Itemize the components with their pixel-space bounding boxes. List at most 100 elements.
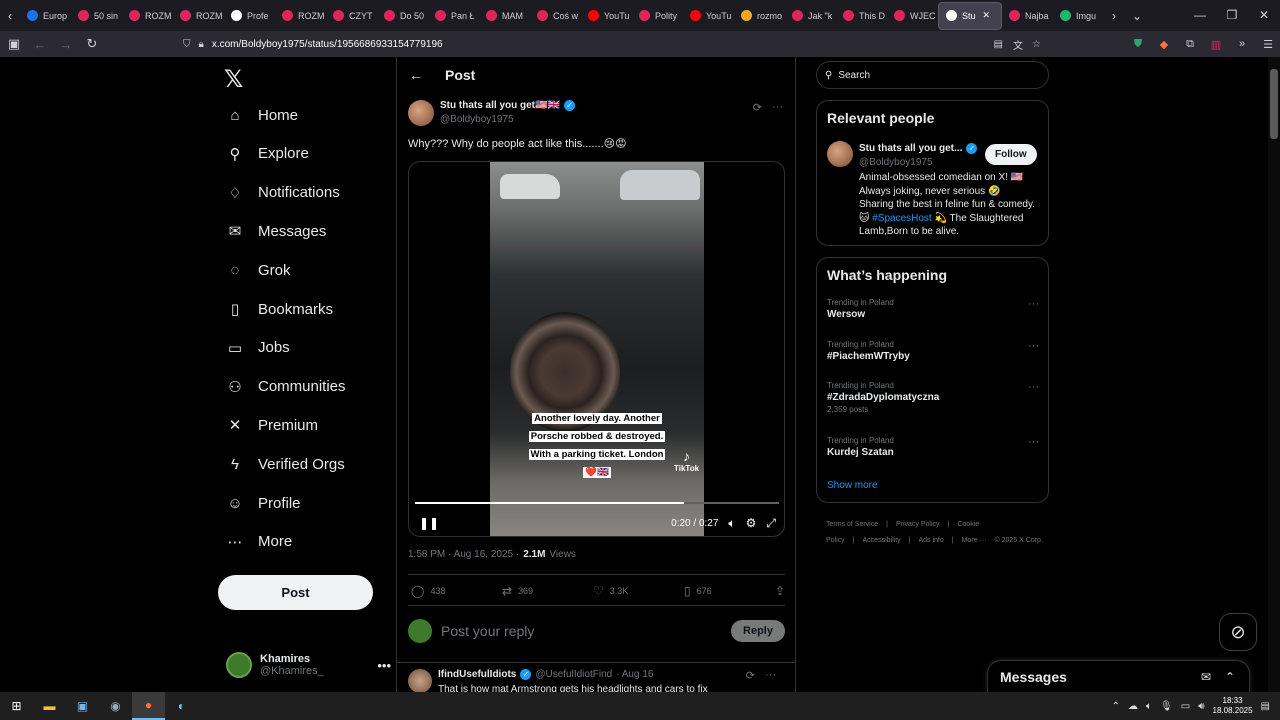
sidebar-item-notifications[interactable]: ♢ Notifications xyxy=(218,175,339,211)
reply-action[interactable]: ◯ 438 xyxy=(411,584,502,598)
reply-input[interactable]: Post your reply xyxy=(441,623,534,639)
maximize-icon[interactable]: ❐ xyxy=(1216,0,1248,30)
tab-scroll-left-icon[interactable]: ‹ xyxy=(0,9,20,23)
post-author[interactable]: Stu thats all you get🇺🇸🇬🇧 ✓ @Boldyboy197… xyxy=(408,100,575,126)
sidebar-item-premium[interactable]: ✕ Premium xyxy=(218,407,318,443)
more-dots-icon[interactable]: ··· xyxy=(1028,298,1039,310)
browser-tab[interactable]: WJEC xyxy=(887,2,938,30)
trend-item[interactable]: Trending in Poland #ZdradaDyplomatyczna 2,… xyxy=(827,381,1039,414)
cloud-icon[interactable]: ☁ xyxy=(1128,701,1138,712)
footer-link[interactable]: © 2025 X Corp. xyxy=(994,537,1042,544)
extension-shield-icon[interactable]: ⛊ xyxy=(1126,33,1150,55)
bookmark-action[interactable]: ▯ 676 xyxy=(684,584,775,598)
new-message-icon[interactable]: ✉ xyxy=(1201,670,1211,684)
post-button[interactable]: Post xyxy=(218,575,373,610)
like-action[interactable]: ♡ 3.3K xyxy=(593,584,684,598)
app-icon[interactable]: ◐ xyxy=(165,692,198,720)
tab-list-dropdown-icon[interactable]: ⌄ xyxy=(1124,9,1150,23)
speaker-icon[interactable]: 🔈︎ xyxy=(1146,701,1152,712)
sidebar-item-more[interactable]: ⋯ More xyxy=(218,524,293,560)
grok-floating-button[interactable]: ⊘ xyxy=(1219,613,1257,651)
minimize-icon[interactable]: — xyxy=(1184,0,1216,30)
show-more-link[interactable]: Show more xyxy=(827,480,878,491)
sidebar-item-profile[interactable]: ☺ Profile xyxy=(218,485,300,521)
notification-icon[interactable]: ▤ xyxy=(1261,701,1270,712)
sidebar-item-explore[interactable]: ⚲ Explore xyxy=(218,136,309,172)
expand-chevron-icon[interactable]: ⌃ xyxy=(1225,670,1235,684)
more-dots-icon[interactable]: ··· xyxy=(772,101,783,114)
address-bar[interactable]: ⛉ 🔒︎ x.com/Boldyboy1975/status/195668693… xyxy=(175,33,1045,55)
menu-icon[interactable]: ☰ xyxy=(1256,33,1280,55)
overflow-chevron-icon[interactable]: » xyxy=(1230,33,1254,55)
browser-tab[interactable]: ROZM xyxy=(275,2,326,30)
author-avatar[interactable] xyxy=(408,100,434,126)
footer-link[interactable]: More ··· xyxy=(962,537,987,544)
fullscreen-icon[interactable]: ⤢ xyxy=(766,516,776,531)
settings-gear-icon[interactable]: ⚙ xyxy=(746,516,757,530)
reply-author-name[interactable]: IfindUsefulIdiots xyxy=(438,669,516,680)
browser-tab[interactable]: Jak "k xyxy=(785,2,836,30)
extension-fox-icon[interactable]: ◆ xyxy=(1152,33,1176,55)
browser-tab[interactable]: YouTu xyxy=(581,2,632,30)
x-logo-icon[interactable]: 𝕏 xyxy=(224,65,243,94)
messages-dock[interactable]: Messages ✉ ⌃ xyxy=(987,660,1250,692)
more-dots-icon[interactable]: ··· xyxy=(1028,340,1039,352)
tab-scroll-right-icon[interactable]: › xyxy=(1104,9,1124,23)
sidebar-item-home[interactable]: ⌂ Home xyxy=(218,97,298,133)
more-dots-icon[interactable]: ••• xyxy=(377,658,391,673)
windows-start-icon[interactable]: ⊞ xyxy=(0,692,33,720)
reply-item[interactable]: IfindUsefulIdiots ✓ @UsefulIdiotFind · A… xyxy=(408,669,788,692)
shield-icon[interactable]: ⛉ xyxy=(183,39,191,50)
bookmark-star-icon[interactable]: ☆ xyxy=(1032,39,1041,50)
browser-tab[interactable]: CZYT xyxy=(326,2,377,30)
browser-tab[interactable]: This D xyxy=(836,2,887,30)
file-explorer-icon[interactable]: ▬ xyxy=(33,692,66,720)
browser-tab[interactable]: ROZM xyxy=(122,2,173,30)
lock-icon[interactable]: 🔒︎ xyxy=(199,39,204,50)
microphone-icon[interactable]: 🎙︎ xyxy=(1160,701,1173,712)
browser-tab[interactable]: Stu ✕ xyxy=(938,1,1002,30)
video-player[interactable]: Another lovely day. Another Porsche robb… xyxy=(408,161,785,537)
firefox-icon[interactable]: ● xyxy=(132,692,165,720)
person-name[interactable]: Stu thats all you get... xyxy=(859,143,962,154)
steam-icon[interactable]: ◉ xyxy=(99,692,132,720)
reload-icon[interactable]: ↻ xyxy=(80,33,104,55)
trend-item[interactable]: Trending in Poland Wersow ··· xyxy=(827,298,1039,320)
search-input[interactable]: ⚲ Search xyxy=(816,61,1049,89)
video-frame[interactable]: Another lovely day. Another Porsche robb… xyxy=(490,162,704,536)
repost-action[interactable]: ⇄ 369 xyxy=(502,584,593,598)
sidebar-item-bookmarks[interactable]: ▯ Bookmarks xyxy=(218,291,333,327)
reply-author-handle[interactable]: @UsefulIdiotFind xyxy=(535,669,612,680)
browser-tab[interactable]: Imgu xyxy=(1053,2,1104,30)
post-timestamp[interactable]: 1:58 PM · Aug 16, 2025 · xyxy=(408,549,519,560)
browser-tab[interactable]: Profe xyxy=(224,2,275,30)
reader-view-icon[interactable]: ▤ xyxy=(994,39,1003,50)
reply-avatar[interactable] xyxy=(408,669,432,692)
reply-button[interactable]: Reply xyxy=(731,620,785,642)
browser-tab[interactable]: Europ xyxy=(20,2,71,30)
browser-tab[interactable]: ROZM xyxy=(173,2,224,30)
page-scrollbar[interactable] xyxy=(1268,57,1280,692)
network-icon[interactable]: ▭ xyxy=(1181,701,1190,712)
person-avatar[interactable] xyxy=(827,141,853,167)
grok-explain-icon[interactable]: ⟳ xyxy=(753,101,762,114)
sidebar-item-jobs[interactable]: ▭ Jobs xyxy=(218,330,290,366)
extensions-icon[interactable]: ⧉ xyxy=(1178,33,1202,55)
extension-badge-icon[interactable]: ▥ xyxy=(1204,33,1228,55)
footer-link[interactable]: Terms of Service xyxy=(826,521,878,528)
browser-tab[interactable]: Najba xyxy=(1002,2,1053,30)
more-dots-icon[interactable]: ··· xyxy=(765,669,776,682)
grok-explain-icon[interactable]: ⟳ xyxy=(746,669,755,682)
volume-icon[interactable]: 🔊︎ xyxy=(1198,701,1204,712)
back-arrow-icon[interactable]: ← xyxy=(409,67,423,83)
sidebar-item-communities[interactable]: ⚇ Communities xyxy=(218,369,345,405)
back-icon[interactable]: ← xyxy=(28,33,52,55)
browser-tab[interactable]: Do 50 xyxy=(377,2,428,30)
browser-tab[interactable]: MAM xyxy=(479,2,530,30)
trend-item[interactable]: Trending in Poland #PiachemWTryby ··· xyxy=(827,340,1039,362)
sidebar-item-grok[interactable]: ◌ Grok xyxy=(218,252,291,288)
reply-date[interactable]: · Aug 16 xyxy=(616,669,653,680)
share-action[interactable]: ⇪ xyxy=(775,584,785,598)
browser-tab[interactable]: Polity xyxy=(632,2,683,30)
browser-tab[interactable]: rozmo xyxy=(734,2,785,30)
